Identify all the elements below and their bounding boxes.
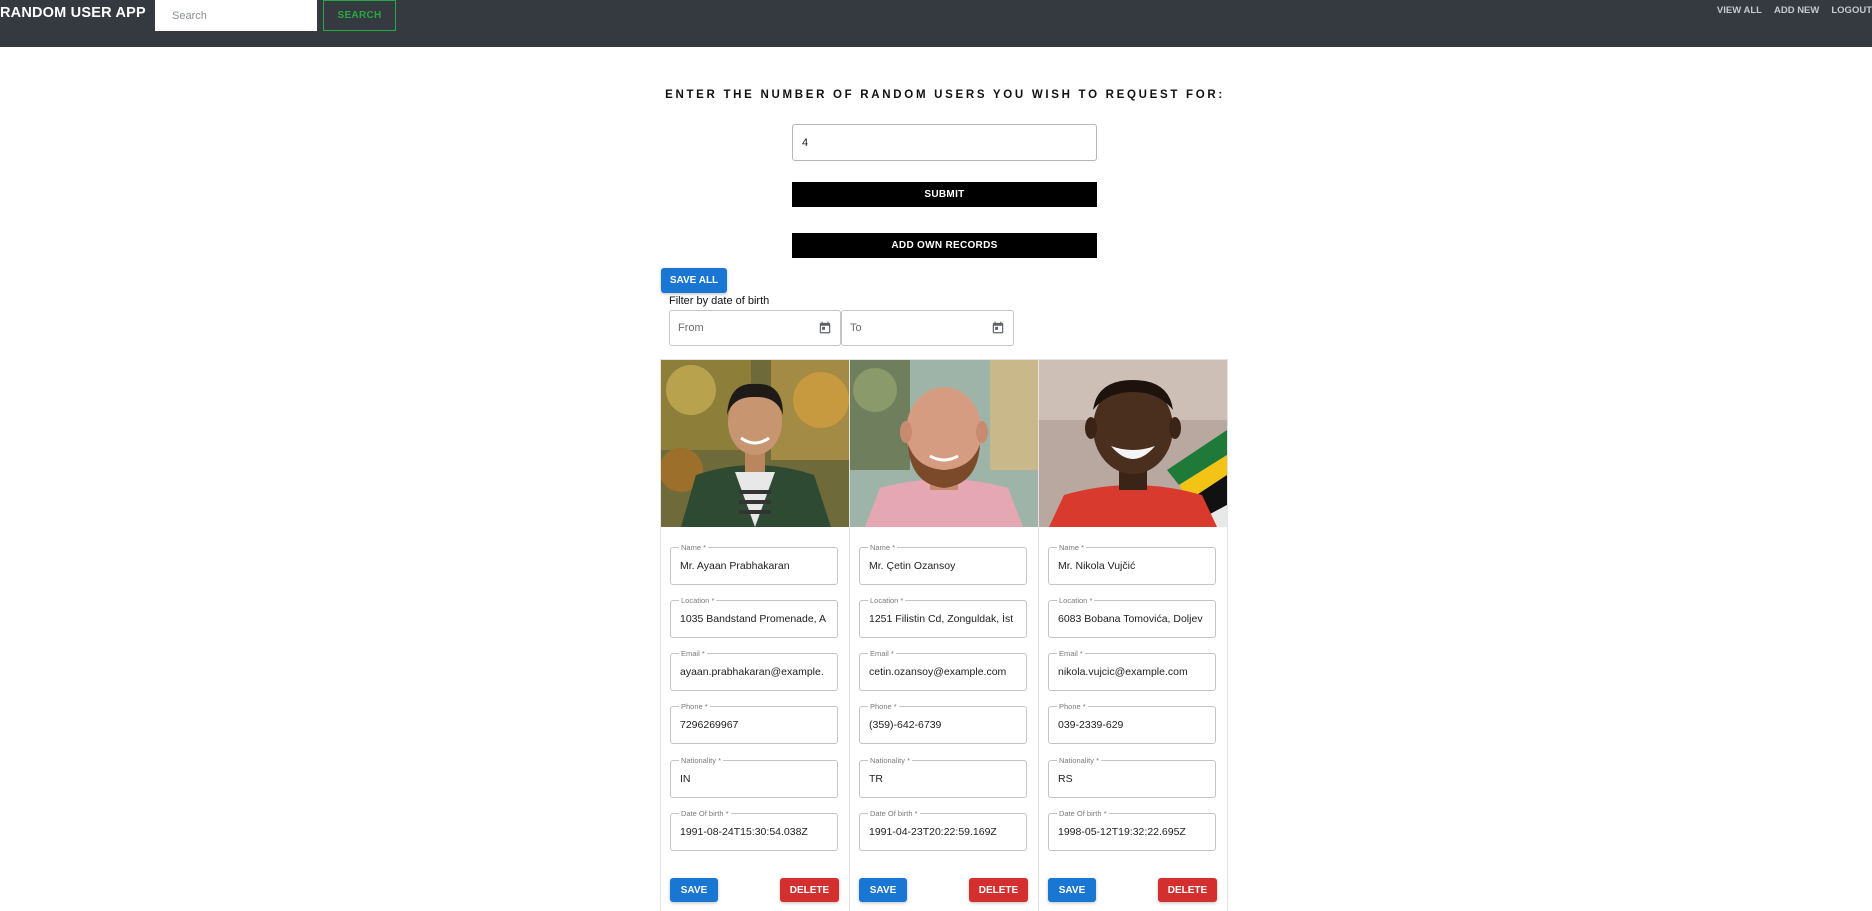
name-value: Mr. Nikola Vujčić <box>1058 560 1136 572</box>
name-field[interactable]: Name * Mr. Ayaan Prabhakaran <box>670 543 838 585</box>
date-from-field[interactable]: From <box>669 310 841 346</box>
save-button[interactable]: SAVE <box>670 878 718 902</box>
user-count-input[interactable] <box>792 124 1097 161</box>
email-label: Email * <box>868 649 896 658</box>
name-value: Mr. Çetin Ozansoy <box>869 560 956 572</box>
email-field[interactable]: Email * nikola.vujcic@example.com <box>1048 649 1216 691</box>
nav-link-logout[interactable]: LOGOUT <box>1831 5 1872 16</box>
email-value: nikola.vujcic@example.com <box>1058 666 1188 678</box>
app-brand[interactable]: RANDOM USER APP <box>0 5 146 21</box>
save-button[interactable]: SAVE <box>1048 878 1096 902</box>
location-field[interactable]: Location * 1035 Bandstand Promenade, A <box>670 596 838 638</box>
save-all-button[interactable]: SAVE ALL <box>661 268 727 293</box>
calendar-icon[interactable] <box>991 320 1005 335</box>
request-title: ENTER THE NUMBER OF RANDOM USERS YOU WIS… <box>665 89 1225 101</box>
name-label: Name * <box>1057 543 1087 552</box>
date-from-placeholder: From <box>678 322 704 334</box>
name-label: Name * <box>679 543 709 552</box>
nationality-field[interactable]: Nationality * TR <box>859 756 1027 798</box>
user-photo <box>661 360 849 527</box>
name-field[interactable]: Name * Mr. Çetin Ozansoy <box>859 543 1027 585</box>
nav-link-view-all[interactable]: VIEW ALL <box>1717 5 1762 16</box>
nationality-value: TR <box>869 773 883 785</box>
dob-field[interactable]: Date Of birth * 1998-05-12T19:32:22.695Z <box>1048 809 1216 851</box>
user-card: Name * Mr. Çetin Ozansoy Location * 1251… <box>849 359 1039 911</box>
search-button[interactable]: SEARCH <box>323 0 396 31</box>
dob-value: 1991-08-24T15:30:54.038Z <box>680 826 808 838</box>
location-label: Location * <box>868 596 906 605</box>
phone-label: Phone * <box>868 702 899 711</box>
phone-value: (359)-642-6739 <box>869 719 942 731</box>
dob-label: Date Of birth * <box>868 809 920 818</box>
phone-value: 039-2339-629 <box>1058 719 1124 731</box>
nationality-field[interactable]: Nationality * RS <box>1048 756 1216 798</box>
dob-label: Date Of birth * <box>1057 809 1109 818</box>
nationality-label: Nationality * <box>1057 756 1102 765</box>
location-value: 1035 Bandstand Promenade, A <box>680 613 826 625</box>
email-label: Email * <box>679 649 707 658</box>
email-value: cetin.ozansoy@example.com <box>869 666 1007 678</box>
delete-button[interactable]: DELETE <box>780 878 839 902</box>
email-field[interactable]: Email * ayaan.prabhakaran@example. <box>670 649 838 691</box>
date-to-placeholder: To <box>850 322 862 334</box>
add-own-records-button[interactable]: ADD OWN RECORDS <box>792 233 1097 258</box>
dob-field[interactable]: Date Of birth * 1991-08-24T15:30:54.038Z <box>670 809 838 851</box>
email-value: ayaan.prabhakaran@example. <box>680 666 824 678</box>
top-navbar: RANDOM USER APP SEARCH VIEW ALL ADD NEW … <box>0 0 1872 47</box>
nav-link-add-new[interactable]: ADD NEW <box>1774 5 1819 16</box>
user-card: Name * Mr. Nikola Vujčić Location * 6083… <box>1038 359 1228 911</box>
submit-button[interactable]: SUBMIT <box>792 182 1097 207</box>
dob-field[interactable]: Date Of birth * 1991-04-23T20:22:59.169Z <box>859 809 1027 851</box>
dob-value: 1991-04-23T20:22:59.169Z <box>869 826 997 838</box>
phone-label: Phone * <box>679 702 710 711</box>
phone-field[interactable]: Phone * 039-2339-629 <box>1048 702 1216 744</box>
dob-value: 1998-05-12T19:32:22.695Z <box>1058 826 1186 838</box>
nav-links: VIEW ALL ADD NEW LOGOUT <box>1705 5 1872 16</box>
save-button[interactable]: SAVE <box>859 878 907 902</box>
name-value: Mr. Ayaan Prabhakaran <box>680 560 790 572</box>
location-value: 6083 Bobana Tomovića, Doljev <box>1058 613 1203 625</box>
email-label: Email * <box>1057 649 1085 658</box>
delete-button[interactable]: DELETE <box>969 878 1028 902</box>
email-field[interactable]: Email * cetin.ozansoy@example.com <box>859 649 1027 691</box>
location-field[interactable]: Location * 1251 Filistin Cd, Zonguldak, … <box>859 596 1027 638</box>
name-label: Name * <box>868 543 898 552</box>
nationality-field[interactable]: Nationality * IN <box>670 756 838 798</box>
search-input[interactable] <box>155 0 317 31</box>
user-photo <box>850 360 1038 527</box>
phone-field[interactable]: Phone * 7296269967 <box>670 702 838 744</box>
filter-label: Filter by date of birth <box>669 295 770 307</box>
nationality-value: IN <box>680 773 691 785</box>
nationality-value: RS <box>1058 773 1073 785</box>
calendar-icon[interactable] <box>818 320 832 335</box>
location-label: Location * <box>1057 596 1095 605</box>
nationality-label: Nationality * <box>679 756 724 765</box>
user-card: Name * Mr. Ayaan Prabhakaran Location * … <box>660 359 850 911</box>
location-label: Location * <box>679 596 717 605</box>
delete-button[interactable]: DELETE <box>1158 878 1217 902</box>
name-field[interactable]: Name * Mr. Nikola Vujčić <box>1048 543 1216 585</box>
phone-field[interactable]: Phone * (359)-642-6739 <box>859 702 1027 744</box>
location-field[interactable]: Location * 6083 Bobana Tomovića, Doljev <box>1048 596 1216 638</box>
location-value: 1251 Filistin Cd, Zonguldak, İst <box>869 613 1014 625</box>
phone-value: 7296269967 <box>680 719 739 731</box>
user-photo <box>1039 360 1227 527</box>
phone-label: Phone * <box>1057 702 1088 711</box>
date-to-field[interactable]: To <box>841 310 1014 346</box>
dob-label: Date Of birth * <box>679 809 731 818</box>
nationality-label: Nationality * <box>868 756 913 765</box>
